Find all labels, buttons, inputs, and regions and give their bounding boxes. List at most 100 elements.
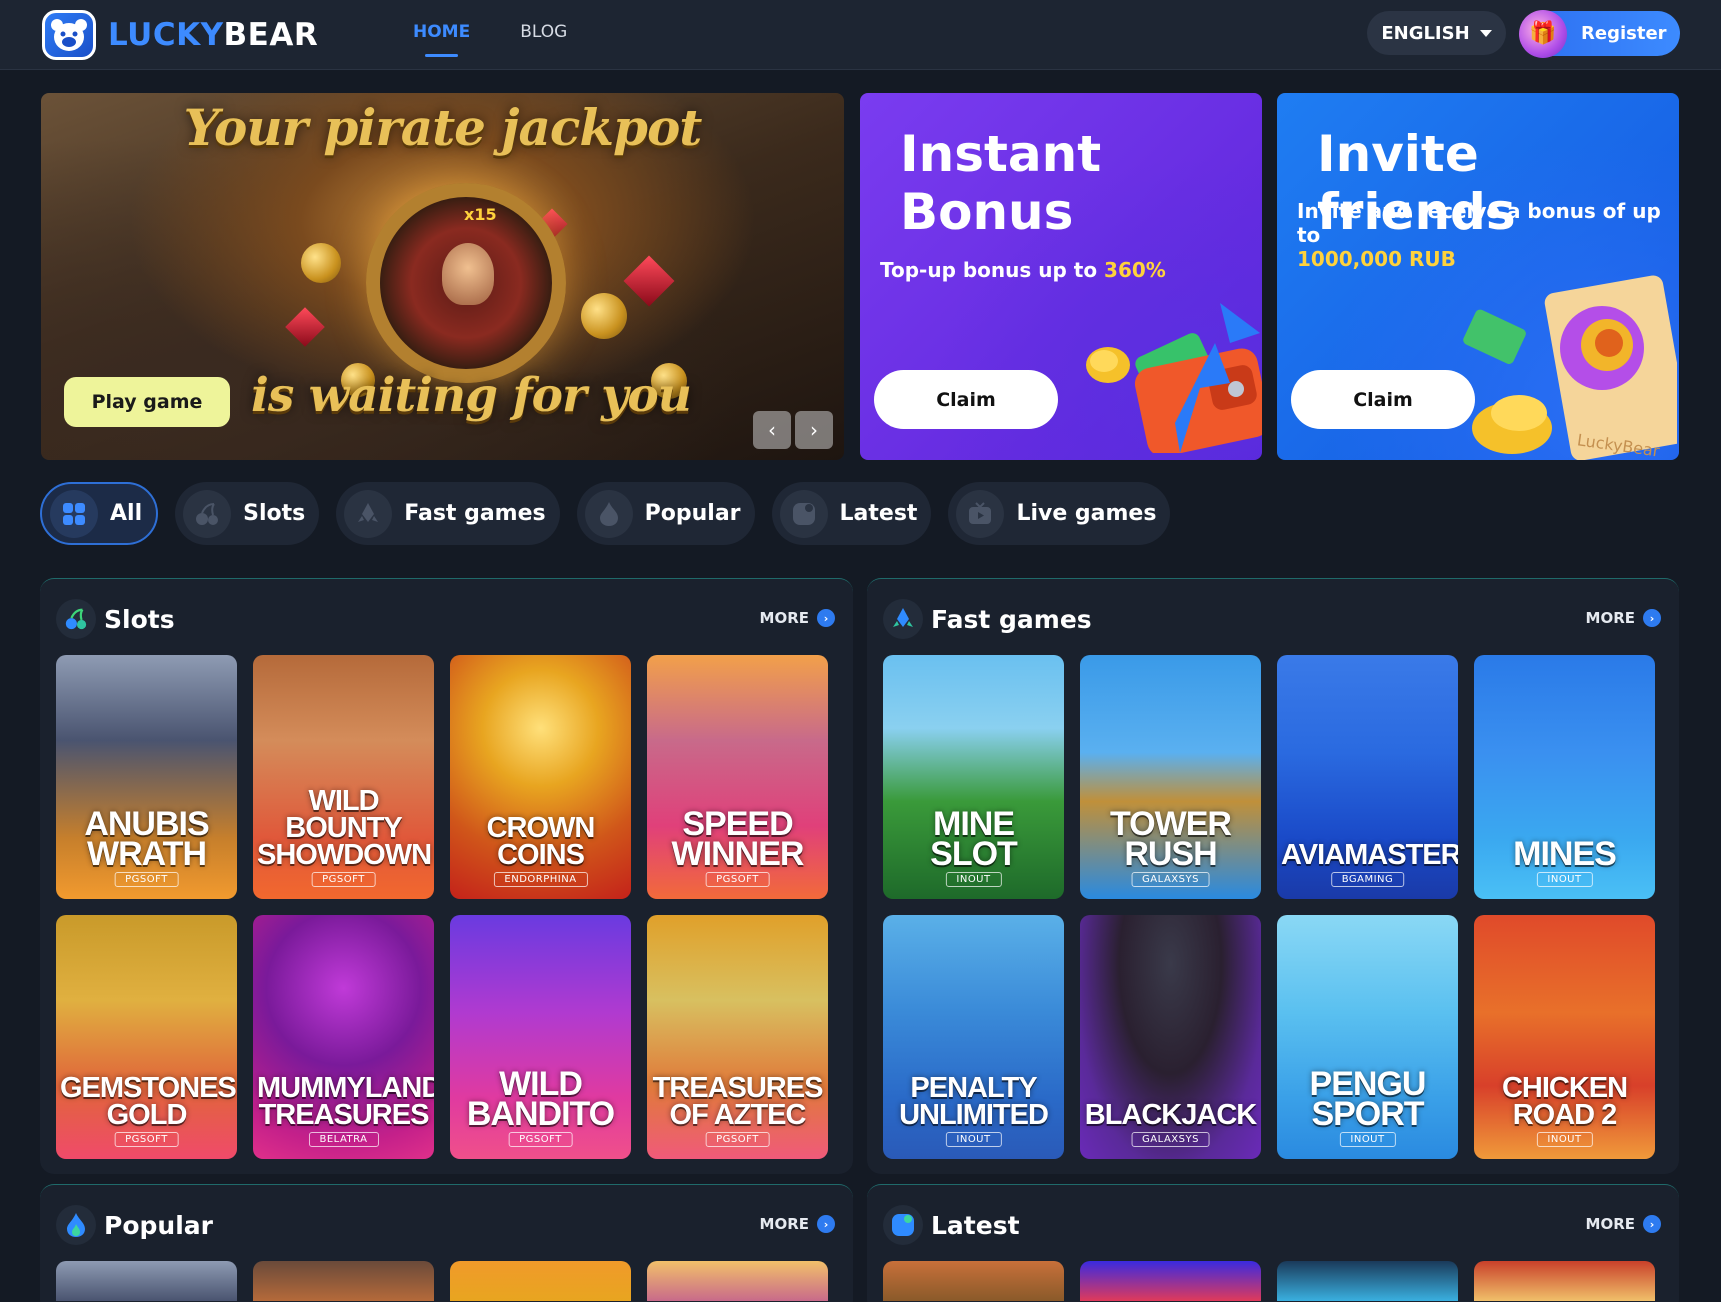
more-link[interactable]: MORE ›: [760, 1215, 835, 1233]
logo-lucky: LUCKY: [108, 17, 224, 53]
game-title: PENGU SPORT: [1309, 1065, 1427, 1133]
logo[interactable]: LUCKYBEAR: [42, 10, 318, 60]
promo-banner-pirate[interactable]: x15 Your pirate jackpot is waiting for y…: [41, 93, 844, 460]
game-provider: PGSOFT: [705, 872, 770, 887]
game-card[interactable]: SPEED WINNER PGSOFT: [647, 655, 828, 899]
game-card[interactable]: PENALTY UNLIMITED INOUT: [883, 915, 1064, 1159]
tab-label: Live games: [1016, 501, 1157, 526]
game-provider: PGSOFT: [114, 1132, 179, 1147]
clock-icon: [883, 1205, 923, 1245]
game-card[interactable]: [1474, 1261, 1655, 1301]
language-label: ENGLISH: [1381, 22, 1470, 44]
rocket-icon: [883, 599, 923, 639]
bonus-subtitle: Top-up bonus up to 360%: [880, 258, 1166, 282]
main-nav: HOME BLOG: [413, 22, 567, 57]
game-art: [450, 1261, 631, 1301]
game-provider: PGSOFT: [311, 872, 376, 887]
prev-arrow-icon[interactable]: ‹: [753, 411, 791, 449]
more-label: MORE: [759, 1215, 809, 1233]
game-provider: INOUT: [1536, 872, 1593, 887]
game-title: TOWER RUSH: [1110, 805, 1232, 873]
game-card[interactable]: GEMSTONES GOLD PGSOFT: [56, 915, 237, 1159]
nav-home[interactable]: HOME: [413, 22, 470, 57]
bonus-subtitle-text: Top-up bonus up to: [880, 258, 1105, 282]
game-card[interactable]: [56, 1261, 237, 1301]
chevron-right-icon: ›: [1643, 609, 1661, 627]
game-card[interactable]: ANUBIS WRATH PGSOFT: [56, 655, 237, 899]
game-provider: GALAXSYS: [1131, 872, 1210, 887]
game-card[interactable]: [647, 1261, 828, 1301]
game-card[interactable]: [883, 1261, 1064, 1301]
play-game-button[interactable]: Play game: [64, 377, 230, 427]
game-card[interactable]: [253, 1261, 434, 1301]
claim-invite-button[interactable]: Claim: [1291, 370, 1475, 429]
game-title: AVIAMASTERS: [1281, 839, 1458, 871]
game-card[interactable]: WILD BOUNTY SHOWDOWN PGSOFT: [253, 655, 434, 899]
register-label: Register: [1581, 23, 1667, 44]
more-link[interactable]: MORE ›: [760, 609, 835, 627]
bonus-title-line2: Bonus: [900, 183, 1074, 241]
logo-bear: BEAR: [223, 17, 319, 53]
register-button[interactable]: 🎁 Register: [1519, 9, 1680, 58]
nav-blog[interactable]: BLOG: [520, 22, 567, 42]
game-title: WILD BANDITO: [466, 1065, 615, 1133]
tab-fast-games[interactable]: Fast games: [336, 482, 560, 545]
game-card[interactable]: TOWER RUSH GALAXSYS: [1080, 655, 1261, 899]
game-card[interactable]: [1277, 1261, 1458, 1301]
section-popular: Popular MORE ›: [40, 1184, 853, 1302]
bonus-title-line1: Instant: [900, 125, 1102, 183]
game-card[interactable]: CHICKEN ROAD 2 INOUT: [1474, 915, 1655, 1159]
game-card[interactable]: MINES INOUT: [1474, 655, 1655, 899]
game-card[interactable]: MINE SLOT INOUT: [883, 655, 1064, 899]
game-card[interactable]: [450, 1261, 631, 1301]
more-link[interactable]: MORE ›: [1586, 1215, 1661, 1233]
coin-decor: [581, 293, 627, 339]
category-tabs: All Slots Fast games Popular Latest Live…: [40, 482, 1171, 545]
clock-icon: [779, 489, 828, 538]
grid-icon: [50, 489, 98, 538]
section-header: Latest: [883, 1205, 1020, 1245]
tab-all[interactable]: All: [40, 482, 159, 545]
logo-text: LUCKYBEAR: [108, 17, 318, 53]
gem-decor: [285, 307, 325, 347]
game-title: SPEED WINNER: [671, 805, 805, 873]
game-card[interactable]: PENGU SPORT INOUT: [1277, 915, 1458, 1159]
carousel-controls: ‹ ›: [753, 411, 833, 449]
tab-label: All: [110, 501, 143, 526]
gift-icon: 🎁: [1519, 9, 1567, 58]
section-header: Fast games: [883, 599, 1092, 639]
game-card[interactable]: WILD BANDITO PGSOFT: [450, 915, 631, 1159]
wheel-multiplier: x15: [464, 205, 497, 224]
section-slots: Slots MORE › ANUBIS WRATH PGSOFT WILD BO…: [40, 578, 853, 1174]
cherries-icon: [56, 599, 96, 639]
tab-slots[interactable]: Slots: [175, 482, 320, 545]
section-fast-games: Fast games MORE › MINE SLOT INOUT TOWER …: [867, 578, 1679, 1174]
game-provider: INOUT: [1536, 1132, 1593, 1147]
pirate-wheel-art: x15: [366, 183, 566, 383]
game-provider: PGSOFT: [508, 1132, 573, 1147]
invite-bonus-amount: 1000,000 RUB: [1297, 247, 1456, 271]
tab-popular[interactable]: Popular: [576, 482, 755, 545]
game-card[interactable]: MUMMYLAND TREASURES BELATRA: [253, 915, 434, 1159]
next-arrow-icon[interactable]: ›: [795, 411, 833, 449]
more-label: MORE: [1585, 1215, 1635, 1233]
more-link[interactable]: MORE ›: [1586, 609, 1661, 627]
game-card[interactable]: AVIAMASTERS BGAMING: [1277, 655, 1458, 899]
game-title: BLACKJACK: [1084, 1099, 1257, 1131]
tab-latest[interactable]: Latest: [771, 482, 932, 545]
tab-live-games[interactable]: Live games: [948, 482, 1171, 545]
game-title: TREASURES OF AZTEC: [652, 1072, 824, 1131]
coin-decor: [301, 243, 341, 283]
banner-title: Your pirate jackpot: [183, 98, 703, 157]
claim-bonus-button[interactable]: Claim: [874, 370, 1058, 429]
bonus-title: Instant Bonus: [900, 125, 1101, 241]
game-card[interactable]: BLACKJACK GALAXSYS: [1080, 915, 1261, 1159]
section-header: Popular: [56, 1205, 213, 1245]
game-card[interactable]: [1080, 1261, 1261, 1301]
game-card[interactable]: CROWN COINS ENDORPHINA: [450, 655, 631, 899]
promo-banner-instant-bonus[interactable]: Instant Bonus Top-up bonus up to 360% Cl…: [860, 93, 1262, 460]
promo-banner-invite[interactable]: LuckyBear Invite friends Invite and rece…: [1277, 93, 1679, 460]
chevron-right-icon: ›: [1643, 1215, 1661, 1233]
language-select[interactable]: ENGLISH: [1367, 11, 1506, 55]
game-card[interactable]: TREASURES OF AZTEC PGSOFT: [647, 915, 828, 1159]
